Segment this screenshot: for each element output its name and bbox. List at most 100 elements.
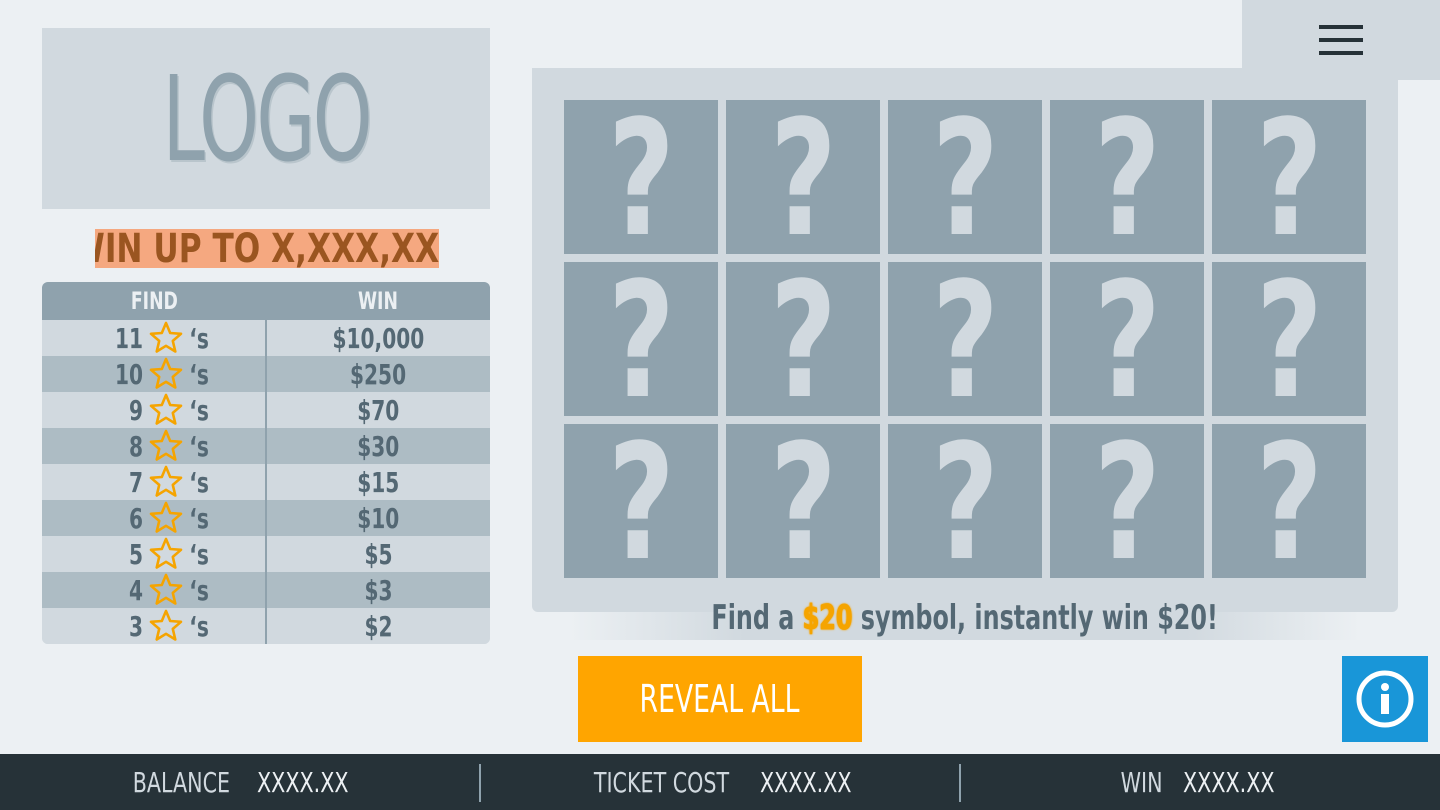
find-count: 9: [128, 393, 143, 427]
prize-value: $5: [364, 537, 393, 571]
find-suffix: ‘s: [188, 573, 209, 607]
find-suffix: ‘s: [188, 321, 209, 355]
scratch-tile-r3c1[interactable]: ?: [564, 424, 718, 578]
menu-button[interactable]: [1242, 0, 1440, 80]
find-suffix: ‘s: [188, 465, 209, 499]
hidden-symbol: ?: [769, 262, 837, 416]
hidden-symbol: ?: [1255, 424, 1323, 578]
scratch-tile-r2c4[interactable]: ?: [1050, 262, 1204, 416]
balance-value: XXXX.XX: [256, 765, 349, 799]
find-count: 10: [114, 357, 143, 391]
paytable-win-cell: $30: [267, 428, 490, 464]
hidden-symbol: ?: [1093, 262, 1161, 416]
hidden-symbol: ?: [1093, 424, 1161, 578]
hidden-symbol: ?: [931, 262, 999, 416]
scratch-tile-r2c2[interactable]: ?: [726, 262, 880, 416]
hidden-symbol: ?: [931, 100, 999, 254]
paytable-find-cell: 10 ‘s: [42, 356, 267, 392]
paytable-find-cell: 8 ‘s: [42, 428, 267, 464]
hidden-symbol: ?: [607, 424, 675, 578]
info-icon: [1356, 670, 1414, 728]
scratch-tile-r2c5[interactable]: ?: [1212, 262, 1366, 416]
win-label: WIN: [1120, 765, 1163, 799]
paytable: FIND WIN 11 ‘s $10,000 10 ‘s $250 9 ‘s $70 8 ‘s $30…: [42, 282, 490, 644]
paytable-find-cell: 11 ‘s: [42, 320, 267, 356]
star-icon: [149, 537, 182, 569]
hint-text: Find a $20 symbol, instantly win $20!: [570, 596, 1360, 640]
prize-value: $30: [357, 429, 400, 463]
find-suffix: ‘s: [188, 501, 209, 535]
find-count: 11: [114, 321, 143, 355]
reveal-all-button[interactable]: REVEAL ALL: [578, 656, 862, 742]
star-icon: [149, 501, 182, 533]
prize-value: $10,000: [332, 321, 425, 355]
paytable-row: 8 ‘s $30: [42, 428, 490, 464]
win-value: XXXX.XX: [1182, 765, 1275, 799]
hidden-symbol: ?: [769, 100, 837, 254]
star-icon: [149, 321, 182, 353]
prize-value: $2: [364, 609, 393, 643]
paytable-find-cell: 3 ‘s: [42, 608, 267, 644]
paytable-header: FIND WIN: [42, 282, 490, 320]
paytable-find-cell: 9 ‘s: [42, 392, 267, 428]
win-display: WIN XXXX.XX: [960, 754, 1440, 810]
paytable-find-cell: 6 ‘s: [42, 500, 267, 536]
prize-value: $70: [357, 393, 400, 427]
star-icon: [149, 393, 182, 425]
paytable-win-cell: $2: [267, 608, 490, 644]
star-icon: [149, 429, 182, 461]
scratch-tile-r1c1[interactable]: ?: [564, 100, 718, 254]
logo: LOGO: [162, 49, 372, 188]
hint-before: Find a: [711, 598, 804, 638]
find-count: 6: [128, 501, 143, 535]
find-suffix: ‘s: [188, 393, 209, 427]
scratch-tile-r3c3[interactable]: ?: [888, 424, 1042, 578]
scratch-tile-r2c1[interactable]: ?: [564, 262, 718, 416]
paytable-find-cell: 7 ‘s: [42, 464, 267, 500]
info-button[interactable]: [1342, 656, 1428, 742]
ticket-cost-label: TICKET COST: [593, 765, 729, 799]
scratch-tile-r3c2[interactable]: ?: [726, 424, 880, 578]
max-win-banner: WIN UP TO X,XXX,XXX: [95, 229, 439, 268]
scratch-tile-r1c3[interactable]: ?: [888, 100, 1042, 254]
max-win-text: WIN UP TO X,XXX,XXX: [95, 229, 439, 268]
paytable-row: 11 ‘s $10,000: [42, 320, 490, 356]
scratch-tile-r3c4[interactable]: ?: [1050, 424, 1204, 578]
hidden-symbol: ?: [1093, 100, 1161, 254]
footer-divider: [479, 764, 481, 802]
star-icon: [149, 609, 182, 641]
find-suffix: ‘s: [188, 537, 209, 571]
paytable-header-win: WIN: [358, 287, 398, 315]
paytable-win-cell: $10: [267, 500, 490, 536]
hamburger-menu-icon: [1319, 25, 1363, 55]
scratch-board: ???????????????: [532, 68, 1398, 612]
paytable-row: 4 ‘s $3: [42, 572, 490, 608]
footer-divider: [959, 764, 961, 802]
paytable-find-cell: 5 ‘s: [42, 536, 267, 572]
paytable-row: 5 ‘s $5: [42, 536, 490, 572]
hidden-symbol: ?: [769, 424, 837, 578]
hint-highlight-symbol: $20: [803, 598, 854, 639]
scratch-tile-r1c4[interactable]: ?: [1050, 100, 1204, 254]
find-count: 3: [128, 609, 143, 643]
scratch-tile-r1c2[interactable]: ?: [726, 100, 880, 254]
paytable-win-cell: $250: [267, 356, 490, 392]
ticket-cost-display: TICKET COST XXXX.XX: [480, 754, 960, 810]
hidden-symbol: ?: [607, 262, 675, 416]
scratch-tile-r3c5[interactable]: ?: [1212, 424, 1366, 578]
scratch-tile-r1c5[interactable]: ?: [1212, 100, 1366, 254]
paytable-win-cell: $70: [267, 392, 490, 428]
balance-label: BALANCE: [132, 765, 230, 799]
paytable-find-cell: 4 ‘s: [42, 572, 267, 608]
star-icon: [149, 357, 182, 389]
paytable-row: 7 ‘s $15: [42, 464, 490, 500]
hidden-symbol: ?: [931, 424, 999, 578]
scratch-tile-r2c3[interactable]: ?: [888, 262, 1042, 416]
status-bar: BALANCE XXXX.XX TICKET COST XXXX.XX WIN …: [0, 754, 1440, 810]
hidden-symbol: ?: [1255, 100, 1323, 254]
logo-panel: LOGO: [42, 28, 490, 209]
prize-value: $3: [364, 573, 393, 607]
paytable-win-cell: $15: [267, 464, 490, 500]
paytable-header-find: FIND: [130, 287, 178, 315]
paytable-row: 6 ‘s $10: [42, 500, 490, 536]
